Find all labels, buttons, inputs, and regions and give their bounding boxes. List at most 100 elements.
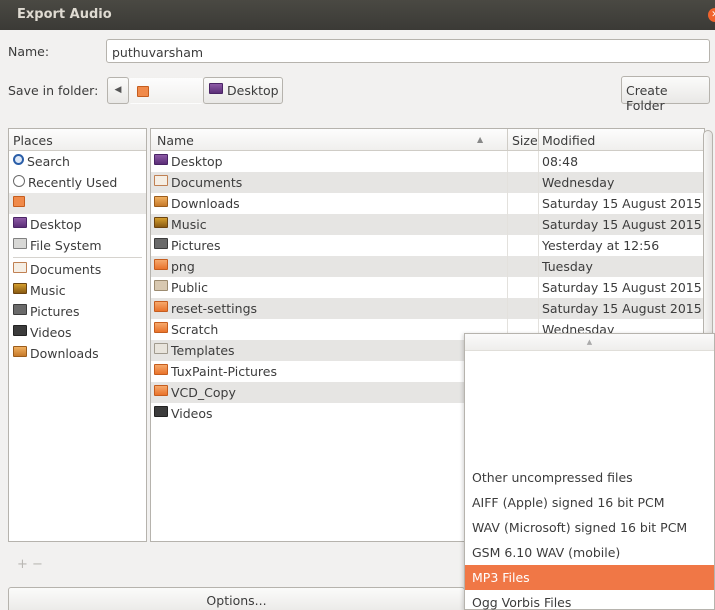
places-item-label: Search [27,154,70,169]
places-item-label: Videos [30,325,72,340]
places-item-label: Downloads [30,346,99,361]
file-list-header: Name ▲ Size Modified [151,129,704,151]
file-name: Documents [171,175,243,190]
file-name-cell: VCD_Copy [154,385,236,400]
file-name: Scratch [171,322,219,337]
file-name-cell: Pictures [154,238,221,253]
file-modified: Yesterday at 12:56 [542,238,660,253]
file-name-cell: Downloads [154,196,240,211]
file-type-option[interactable]: AIFF (Apple) signed 16 bit PCM [465,490,714,515]
column-divider [507,129,508,151]
music-icon [154,217,168,228]
file-list-scrollbar[interactable] [703,130,713,340]
places-item[interactable]: Downloads [9,343,146,364]
file-name: Templates [171,343,235,358]
column-header-size[interactable]: Size [512,133,538,148]
add-remove-bookmark-buttons[interactable]: + − [17,557,43,572]
videos-icon [13,325,27,336]
places-item[interactable]: Documents [9,259,146,280]
filename-input[interactable] [106,39,710,63]
file-row[interactable]: Pictures Yesterday at 12:56 [151,235,704,256]
filesystem-icon [13,238,27,249]
videos-icon [154,406,168,417]
path-desktop-label: Desktop [227,83,279,98]
folder-icon [154,301,168,312]
sort-ascending-icon: ▲ [477,135,484,144]
file-name-cell: Videos [154,406,213,421]
file-modified: 08:48 [542,154,579,169]
file-row[interactable]: png Tuesday [151,256,704,277]
file-modified: Saturday 15 August 2015 [542,301,702,316]
file-name: png [171,259,195,274]
home-icon [13,196,25,207]
file-modified: Saturday 15 August 2015 [542,217,702,232]
file-type-dropdown: ▲ Other uncompressed files AIFF (Apple) s… [464,333,715,610]
home-folder-icon [137,86,149,97]
pictures-icon [13,304,27,315]
file-name: Downloads [171,196,240,211]
downloads-icon [154,196,168,207]
file-modified: Saturday 15 August 2015 [542,280,702,295]
file-row[interactable]: reset-settings Saturday 15 August 2015 [151,298,704,319]
chevron-left-icon: ◀ [114,85,122,95]
file-row[interactable]: Desktop 08:48 [151,151,704,172]
folder-icon [154,322,168,333]
file-name-cell: Public [154,280,208,295]
templates-icon [154,343,168,354]
desktop-icon [13,217,27,228]
file-modified: Saturday 15 August 2015 [542,196,702,211]
file-row[interactable]: Music Saturday 15 August 2015 [151,214,704,235]
documents-icon [13,262,27,273]
file-row[interactable]: Documents Wednesday [151,172,704,193]
file-name-cell: Documents [154,175,242,190]
column-header-name[interactable]: Name [157,133,194,148]
file-name: Desktop [171,154,223,169]
places-separator [13,257,142,258]
scroll-up-icon[interactable]: ▲ [465,334,714,351]
file-type-option[interactable]: Ogg Vorbis Files [465,590,714,610]
desktop-icon [154,154,168,165]
places-item[interactable]: Recently Used [9,172,146,193]
places-list: Search Recently Used Desktop File System Doc… [9,151,146,364]
file-row[interactable]: Downloads Saturday 15 August 2015 [151,193,704,214]
file-name: Videos [171,406,213,421]
places-item-label: Pictures [30,304,80,319]
places-item-label: Desktop [30,217,82,232]
file-modified: Tuesday [542,259,593,274]
places-item[interactable]: Music [9,280,146,301]
path-back-button[interactable]: ◀ [107,77,129,104]
file-name-cell: Templates [154,343,235,358]
file-name-cell: png [154,259,195,274]
options-button[interactable]: Options... [8,587,465,610]
folder-icon [154,364,168,375]
column-header-modified[interactable]: Modified [542,133,595,148]
title-bar: Export Audio ✕ [0,0,715,30]
file-name-cell: Desktop [154,154,223,169]
path-home-button[interactable] [129,77,203,104]
places-item[interactable]: Pictures [9,301,146,322]
file-type-option[interactable]: WAV (Microsoft) signed 16 bit PCM [465,515,714,540]
file-type-option[interactable]: GSM 6.10 WAV (mobile) [465,540,714,565]
places-item[interactable] [9,193,146,214]
places-item[interactable]: File System [9,235,146,256]
file-row[interactable]: Public Saturday 15 August 2015 [151,277,704,298]
places-sidebar: Places Search Recently Used Desktop File Sy… [8,128,147,542]
music-icon [13,283,27,294]
file-name: Music [171,217,207,232]
column-divider [538,129,539,151]
file-name: VCD_Copy [171,385,236,400]
places-item-label: Documents [30,262,102,277]
file-name: TuxPaint-Pictures [171,364,277,379]
file-type-option[interactable]: MP3 Files [465,565,714,590]
create-folder-button[interactable]: Create Folder [621,76,710,113]
places-item[interactable]: Desktop [9,214,146,235]
file-name: Public [171,280,208,295]
close-icon[interactable]: ✕ [708,8,715,22]
folder-icon [154,385,168,396]
places-item[interactable]: Search [9,151,146,172]
file-type-option[interactable]: Other uncompressed files [465,465,714,490]
places-item[interactable]: Videos [9,322,146,343]
path-desktop-button[interactable]: Desktop [203,77,283,104]
places-header: Places [9,129,146,151]
search-icon [13,154,24,165]
